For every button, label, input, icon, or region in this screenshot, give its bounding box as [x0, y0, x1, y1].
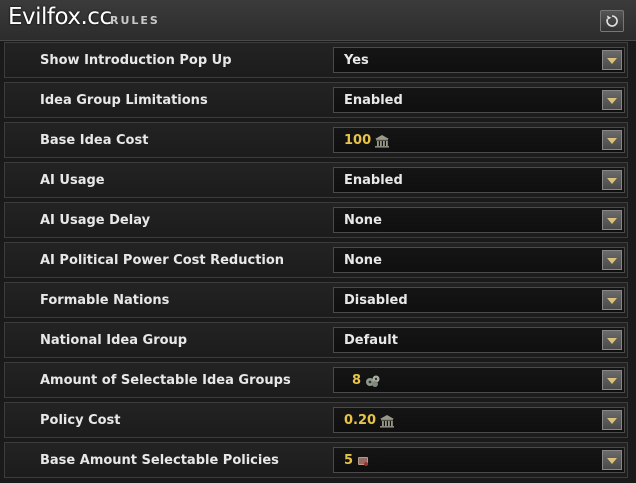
rule-label: National Idea Group: [40, 333, 188, 348]
rule-value: 5: [344, 453, 370, 468]
rule-label: Policy Cost: [40, 413, 121, 428]
rule-row: Base Idea Cost 100: [4, 122, 628, 158]
rule-label: Show Introduction Pop Up: [40, 53, 232, 68]
rules-header: Evilfox.cc RULES: [0, 0, 636, 41]
rule-label: Formable Nations: [40, 293, 170, 308]
rule-value: 8: [352, 373, 382, 388]
rule-label: Amount of Selectable Idea Groups: [40, 373, 291, 388]
scroll-icon: [356, 454, 370, 468]
rule-dropdown[interactable]: Enabled: [333, 167, 625, 193]
rule-value-text: None: [344, 253, 382, 268]
rule-value-text: Yes: [344, 53, 369, 68]
chevron-down-icon[interactable]: [602, 130, 622, 150]
rule-label: AI Political Power Cost Reduction: [40, 253, 285, 268]
rule-row: Amount of Selectable Idea Groups 8: [4, 362, 628, 398]
reset-button[interactable]: [600, 10, 624, 32]
rule-row: Formable Nations Disabled: [4, 282, 628, 318]
rule-value-text: 100: [344, 133, 372, 148]
chevron-down-icon[interactable]: [602, 50, 622, 70]
rule-dropdown[interactable]: Enabled: [333, 87, 625, 113]
rule-value: 0.20: [344, 413, 395, 428]
rule-value-text: None: [344, 213, 382, 228]
rule-value: 100: [344, 133, 390, 148]
header-title: RULES: [110, 14, 160, 27]
building-icon: [379, 414, 395, 428]
watermark: Evilfox.cc: [8, 4, 112, 30]
rule-label: Idea Group Limitations: [40, 93, 208, 108]
rule-value: Enabled: [344, 93, 403, 108]
rule-value: None: [344, 253, 382, 268]
rule-value-text: 0.20: [344, 413, 377, 428]
rule-dropdown[interactable]: Yes: [333, 47, 625, 73]
rule-value: Disabled: [344, 293, 408, 308]
rule-row: National Idea Group Default: [4, 322, 628, 358]
rule-row: AI Usage Delay None: [4, 202, 628, 238]
rule-row: Policy Cost 0.20: [4, 402, 628, 438]
rule-value: None: [344, 213, 382, 228]
rule-value: Default: [344, 333, 398, 348]
chevron-down-icon[interactable]: [602, 450, 622, 470]
rule-value-text: Default: [344, 333, 398, 348]
rule-value-text: Enabled: [344, 173, 403, 188]
rule-dropdown[interactable]: 100: [333, 127, 625, 153]
rule-row: Base Amount Selectable Policies 5: [4, 442, 628, 478]
rule-dropdown[interactable]: Disabled: [333, 287, 625, 313]
rule-row: AI Political Power Cost Reduction None: [4, 242, 628, 278]
rule-value: Enabled: [344, 173, 403, 188]
rule-value-text: Disabled: [344, 293, 408, 308]
rule-label: Base Amount Selectable Policies: [40, 453, 279, 468]
chevron-down-icon[interactable]: [602, 410, 622, 430]
chevron-down-icon[interactable]: [602, 90, 622, 110]
rule-value-text: Enabled: [344, 93, 403, 108]
gear-cluster-icon: [364, 374, 382, 388]
chevron-down-icon[interactable]: [602, 210, 622, 230]
building-icon: [374, 134, 390, 148]
rule-dropdown[interactable]: 5: [333, 447, 625, 473]
rule-row: AI Usage Enabled: [4, 162, 628, 198]
rule-dropdown[interactable]: Default: [333, 327, 625, 353]
reset-icon: [605, 14, 619, 28]
rule-dropdown[interactable]: None: [333, 207, 625, 233]
chevron-down-icon[interactable]: [602, 250, 622, 270]
chevron-down-icon[interactable]: [602, 370, 622, 390]
rule-row: Show Introduction Pop Up Yes: [4, 42, 628, 78]
chevron-down-icon[interactable]: [602, 170, 622, 190]
rule-label: Base Idea Cost: [40, 133, 149, 148]
rule-label: AI Usage: [40, 173, 105, 188]
chevron-down-icon[interactable]: [602, 330, 622, 350]
rule-row: Idea Group Limitations Enabled: [4, 82, 628, 118]
rule-value-text: 5: [344, 453, 354, 468]
rule-dropdown[interactable]: 8: [333, 367, 625, 393]
chevron-down-icon[interactable]: [602, 290, 622, 310]
rule-label: AI Usage Delay: [40, 213, 151, 228]
rule-value-text: 8: [352, 373, 362, 388]
rule-dropdown[interactable]: None: [333, 247, 625, 273]
rule-dropdown[interactable]: 0.20: [333, 407, 625, 433]
rule-value: Yes: [344, 53, 369, 68]
